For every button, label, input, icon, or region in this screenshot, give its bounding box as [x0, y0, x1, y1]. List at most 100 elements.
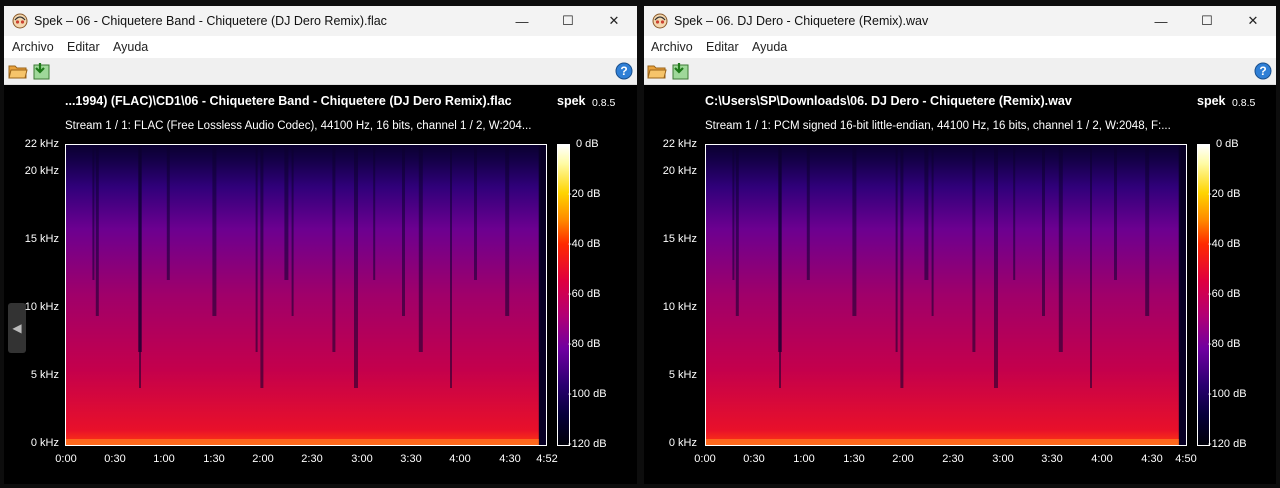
menu-bar: Archivo Editar Ayuda — [644, 36, 1276, 58]
save-export-icon[interactable] — [671, 61, 691, 81]
colorbar-label: 0 dB — [1216, 138, 1239, 150]
close-icon: ✕ — [608, 13, 620, 28]
spectrogram-band — [418, 145, 423, 352]
colorbar-label: -20 dB — [568, 188, 601, 200]
minimize-button[interactable]: — — [1138, 6, 1184, 36]
spectrogram-band — [354, 145, 358, 388]
spectrogram-band — [931, 145, 934, 316]
close-button[interactable]: ✕ — [591, 6, 637, 36]
spectrogram-band — [972, 145, 976, 352]
spectrogram-band — [255, 145, 258, 352]
spectrogram-band — [166, 145, 170, 280]
spectrogram-band — [260, 145, 264, 388]
menu-ayuda[interactable]: Ayuda — [113, 40, 148, 54]
app-name: spek — [1197, 94, 1226, 108]
spectrogram — [705, 144, 1187, 446]
menu-ayuda[interactable]: Ayuda — [752, 40, 787, 54]
file-title: ...1994) (FLAC)\CD1\06 - Chiquetere Band… — [65, 94, 512, 108]
x-label: 3:00 — [351, 453, 373, 465]
x-label: 2:30 — [942, 453, 964, 465]
y-label: 0 kHz — [30, 437, 59, 449]
x-label: 4:50 — [1175, 453, 1197, 465]
colorbar-label: -100 dB — [568, 388, 607, 400]
y-label: 22 kHz — [662, 138, 697, 150]
window-title: Spek – 06 - Chiquetere Band - Chiquetere… — [34, 14, 387, 28]
spectrogram-band — [924, 145, 929, 280]
toolbar: ? — [644, 58, 1276, 85]
spek-app-icon — [12, 13, 28, 29]
spectrogram — [65, 144, 547, 446]
spectrogram-band — [1090, 145, 1092, 388]
low-frequency-energy — [66, 439, 539, 445]
title-bar[interactable]: Spek – 06 - Chiquetere Band - Chiquetere… — [4, 6, 637, 36]
x-label: 2:30 — [301, 453, 323, 465]
y-label: 22 kHz — [24, 138, 59, 150]
maximize-button[interactable]: ☐ — [545, 6, 591, 36]
spectrogram-band — [291, 145, 294, 316]
menu-archivo[interactable]: Archivo — [651, 40, 693, 54]
close-button[interactable]: ✕ — [1230, 6, 1276, 36]
spectrogram-band — [450, 145, 452, 388]
x-label: 1:30 — [843, 453, 865, 465]
menu-editar[interactable]: Editar — [706, 40, 739, 54]
spectrogram-band — [538, 145, 541, 352]
stream-info: Stream 1 / 1: PCM signed 16-bit little-e… — [705, 120, 1171, 132]
spectrogram-band — [900, 145, 904, 388]
spectrogram-band — [373, 145, 376, 280]
spectrogram-band — [779, 145, 781, 388]
title-bar[interactable]: Spek – 06. DJ Dero - Chiquetere (Remix).… — [644, 6, 1276, 36]
spectrogram-band — [1145, 145, 1150, 316]
folder-open-icon[interactable] — [8, 61, 28, 81]
maximize-button[interactable]: ☐ — [1184, 6, 1230, 36]
spectrogram-band — [332, 145, 336, 352]
colorbar-label: -120 dB — [1208, 438, 1247, 450]
svg-text:?: ? — [1259, 64, 1266, 78]
spectrogram-band — [284, 145, 289, 280]
save-export-icon[interactable] — [32, 61, 52, 81]
y-label: 0 kHz — [668, 437, 697, 449]
help-icon[interactable]: ? — [1254, 62, 1272, 80]
x-label: 1:30 — [203, 453, 225, 465]
y-label: 20 kHz — [24, 165, 59, 177]
help-icon[interactable]: ? — [615, 62, 633, 80]
spectrogram-band — [1042, 145, 1045, 316]
x-label: 4:00 — [449, 453, 471, 465]
menu-editar[interactable]: Editar — [67, 40, 100, 54]
x-label: 3:00 — [992, 453, 1014, 465]
x-label: 0:00 — [694, 453, 716, 465]
app-name: spek — [557, 94, 586, 108]
app-version: 0.8.5 — [1232, 97, 1256, 109]
x-label: 1:00 — [153, 453, 175, 465]
stream-info: Stream 1 / 1: FLAC (Free Lossless Audio … — [65, 120, 532, 132]
spectrogram-panel: ◀ ...1994) (FLAC)\CD1\06 - Chiquetere Ba… — [4, 85, 637, 484]
colorbar-label: -80 dB — [1208, 338, 1241, 350]
colorbar-label: -80 dB — [568, 338, 601, 350]
spectrogram-band — [402, 145, 405, 316]
y-label: 15 kHz — [24, 233, 59, 245]
spectrogram-band — [852, 145, 857, 316]
spectrogram-band — [474, 145, 477, 280]
spectrogram-band — [895, 145, 898, 352]
spek-window-1: Spek – 06 - Chiquetere Band - Chiquetere… — [4, 6, 637, 484]
colorbar-label: -40 dB — [568, 238, 601, 250]
minimize-icon: — — [1154, 13, 1168, 29]
x-label: 4:00 — [1091, 453, 1113, 465]
spectrogram-band — [1178, 145, 1181, 352]
y-label: 5 kHz — [668, 369, 697, 381]
spectrogram-panel: C:\Users\SP\Downloads\06. DJ Dero - Chiq… — [644, 85, 1276, 484]
svg-text:?: ? — [620, 64, 627, 78]
window-title: Spek – 06. DJ Dero - Chiquetere (Remix).… — [674, 14, 929, 28]
file-title: C:\Users\SP\Downloads\06. DJ Dero - Chiq… — [705, 94, 1072, 108]
close-icon: ✕ — [1247, 13, 1259, 28]
x-label: 3:30 — [1041, 453, 1063, 465]
minimize-button[interactable]: — — [499, 6, 545, 36]
colorbar-label: -120 dB — [568, 438, 607, 450]
x-label: 1:00 — [793, 453, 815, 465]
spectrogram-band — [735, 145, 739, 316]
folder-open-icon[interactable] — [647, 61, 667, 81]
spectrogram-band — [505, 145, 510, 316]
x-label: 2:00 — [892, 453, 914, 465]
x-label: 4:52 — [536, 453, 558, 465]
y-label: 20 kHz — [662, 165, 697, 177]
menu-archivo[interactable]: Archivo — [12, 40, 54, 54]
